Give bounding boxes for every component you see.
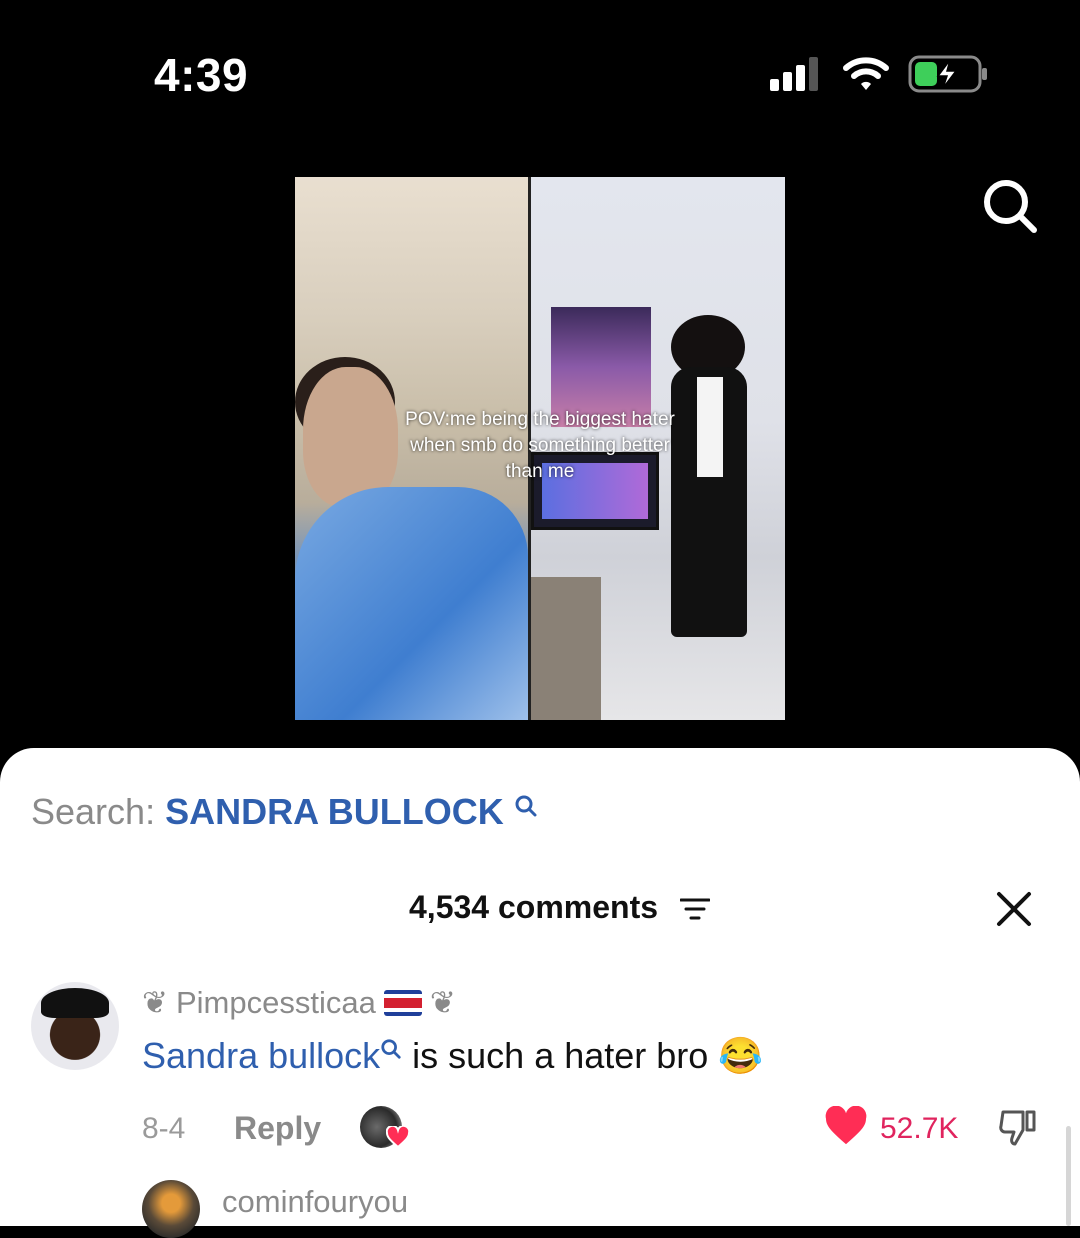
close-icon[interactable] <box>996 891 1032 927</box>
username-text: Pimpcessticaa <box>175 985 376 1020</box>
sort-filter-icon[interactable] <box>680 897 710 921</box>
creator-heart-icon <box>386 1126 410 1148</box>
avatar[interactable] <box>142 1180 200 1238</box>
comment-username[interactable]: cominfouryou <box>222 1184 408 1220</box>
comment-body: is such a hater bro <box>402 1035 709 1076</box>
avatar[interactable] <box>31 982 119 1070</box>
search-term[interactable]: SANDRA BULLOCK <box>165 791 504 832</box>
comment-username[interactable]: ❦ Pimpcessticaa ❦ <box>142 985 456 1021</box>
comment-actions: 8-4 Reply 52.7K <box>142 1104 1052 1152</box>
video-preview[interactable]: POV:me being the biggest hater when smb … <box>295 177 785 720</box>
like-heart-icon[interactable] <box>824 1106 868 1146</box>
wifi-icon <box>843 57 889 90</box>
battery-charging-icon <box>908 55 987 93</box>
comments-count: 4,534 comments <box>409 889 659 925</box>
dislike-icon[interactable] <box>997 1106 1039 1148</box>
search-label: Search: <box>31 791 156 832</box>
username-prefix-decoration: ❦ <box>142 985 168 1020</box>
comments-header: 4,534 comments <box>0 885 1080 931</box>
status-time: 4:39 <box>154 49 249 101</box>
laughing-emoji: 😂 <box>718 1035 764 1076</box>
search-icon[interactable] <box>980 176 1040 236</box>
costa-rica-flag-icon <box>383 990 422 1016</box>
system-icons <box>770 54 988 94</box>
comment-mention-link[interactable]: Sandra bullock <box>142 1035 380 1076</box>
search-small-icon <box>515 795 537 817</box>
video-caption: POV:me being the biggest hater when smb … <box>405 409 675 482</box>
comment-date: 8-4 <box>142 1112 186 1145</box>
reply-button[interactable]: Reply <box>234 1110 321 1147</box>
search-small-icon <box>381 1039 401 1059</box>
like-count: 52.7K <box>880 1112 959 1145</box>
comment-text: Sandra bullock is such a hater bro 😂 <box>142 1034 763 1078</box>
status-bar: 4:39 <box>0 0 1080 150</box>
comment-search-suggestion[interactable]: Search: SANDRA BULLOCK <box>31 792 538 832</box>
cellular-signal-icon <box>770 57 818 91</box>
username-suffix-decoration: ❦ <box>429 985 456 1020</box>
scrollbar[interactable] <box>1066 1126 1071 1226</box>
